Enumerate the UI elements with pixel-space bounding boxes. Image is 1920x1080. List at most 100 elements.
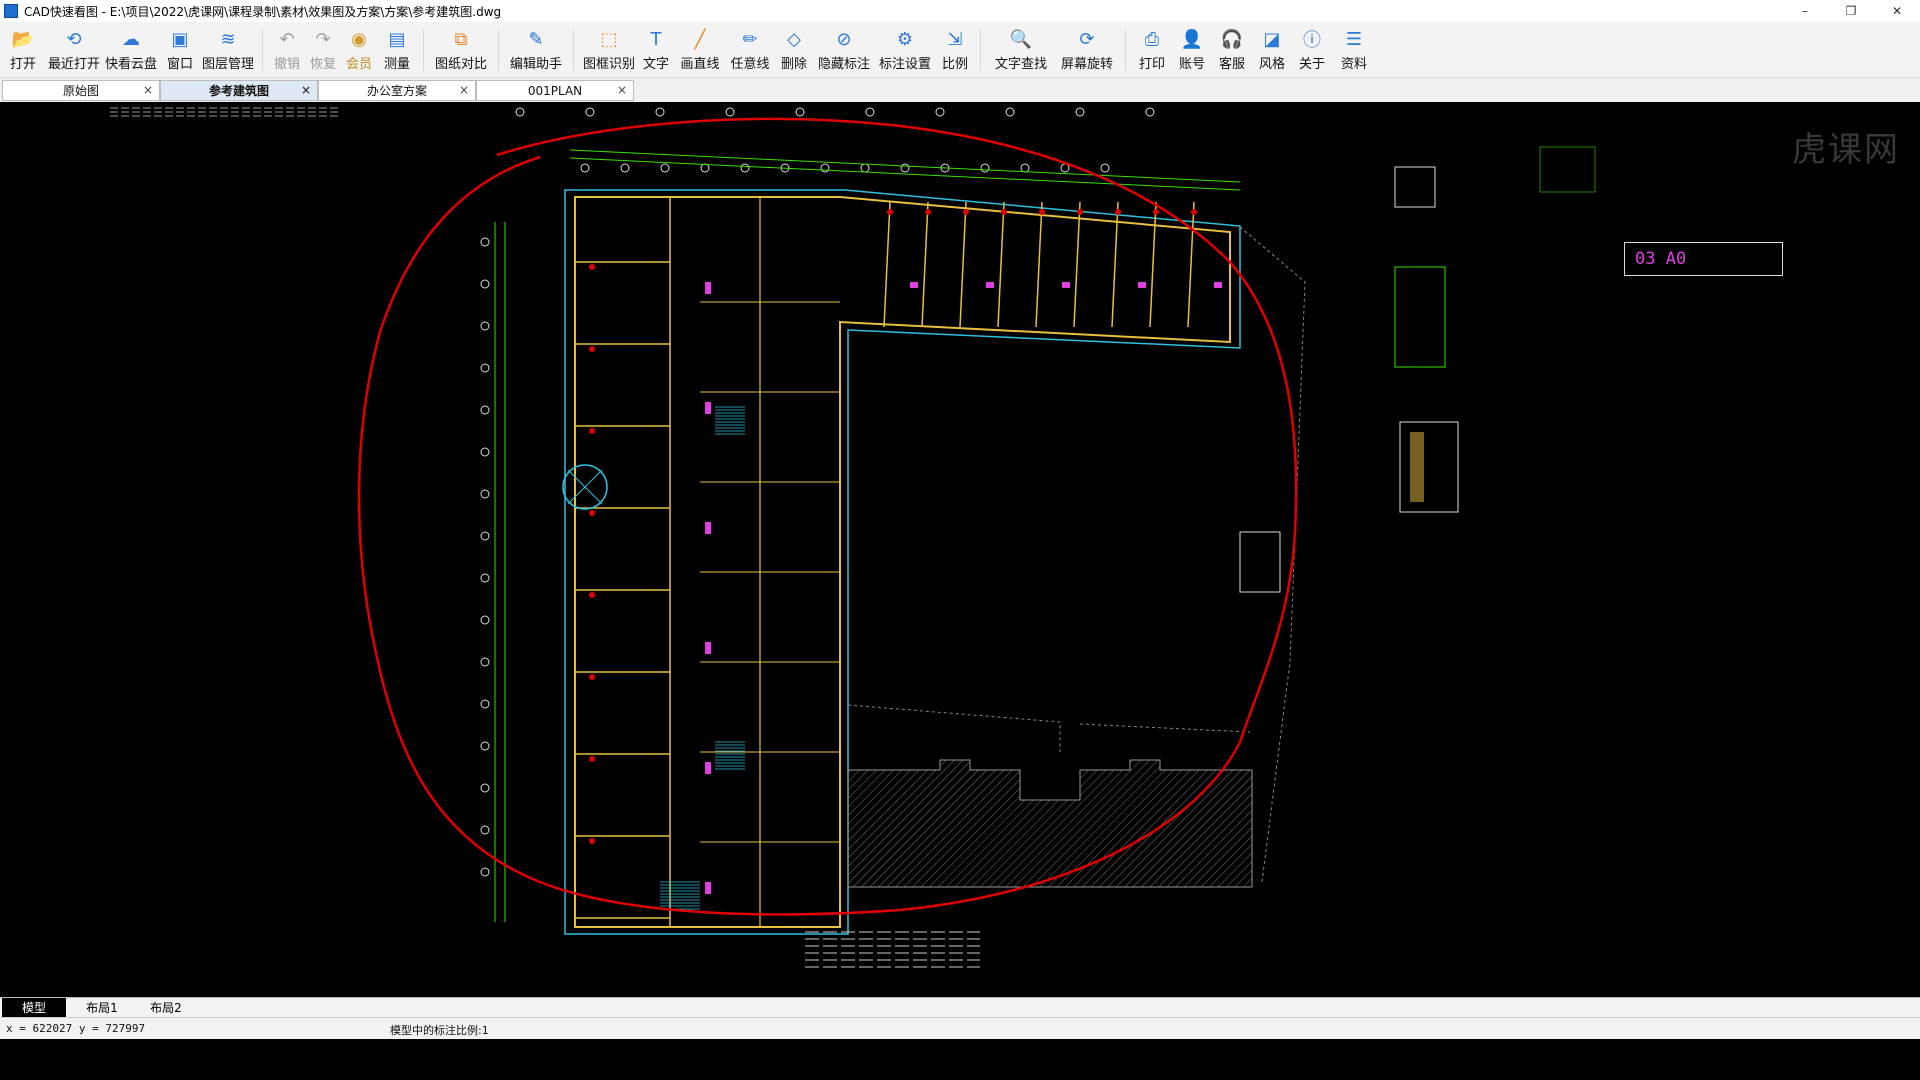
layout-tab-2[interactable]: 布局2 — [134, 998, 198, 1017]
annotation-scale-text: 模型中的标注比例:1 — [390, 1024, 489, 1037]
close-window-button[interactable]: ✕ — [1874, 0, 1920, 22]
undo-icon: ↶ — [279, 28, 295, 50]
close-tab-icon[interactable]: × — [301, 83, 311, 97]
toolbar-label: 撤销 — [273, 57, 300, 72]
toolbar-label: 恢复 — [309, 57, 336, 72]
toolbar-label: 删除 — [780, 57, 807, 72]
toolbar-label: 账号 — [1178, 57, 1205, 72]
toolbar-headset-button[interactable]: 🎧 客服 — [1212, 22, 1252, 77]
eraser-icon: ◇ — [787, 28, 801, 50]
taskbar-area — [0, 1039, 1920, 1080]
minimize-button[interactable]: – — [1782, 0, 1828, 22]
toolbar-label: 隐藏标注 — [817, 57, 870, 72]
tab-2[interactable]: 办公室方案 × — [318, 80, 476, 101]
drawing-canvas[interactable]: 虎课网 03 A0 — [0, 102, 1920, 997]
tab-0[interactable]: 原始图 × — [2, 80, 160, 101]
compare-icon: ⧉ — [454, 28, 468, 50]
close-tab-icon[interactable]: × — [617, 83, 627, 97]
toolbar-layers-button[interactable]: ≋ 图层管理 — [200, 22, 256, 77]
toolbar-separator — [980, 29, 981, 71]
toolbar-annotation-settings-button[interactable]: ⚙ 标注设置 — [874, 22, 936, 77]
toolbar-separator — [498, 29, 499, 71]
tab-1[interactable]: 参考建筑图 × — [160, 80, 318, 101]
toolbar-history-button[interactable]: ⟲ 最近打开 — [46, 22, 102, 77]
close-tab-icon[interactable]: × — [459, 83, 469, 97]
toolbar-line-button[interactable]: ╱ 画直线 — [674, 22, 726, 77]
toolbar-label: 比例 — [941, 57, 968, 72]
toolbar-label: 打开 — [9, 57, 36, 72]
folder-open-icon: 📂 — [11, 28, 35, 50]
toolbar-cloud-button[interactable]: ☁ 快看云盘 — [102, 22, 160, 77]
edit-assistant-icon: ✎ — [528, 28, 544, 50]
rotate-screen-icon: ⟳ — [1079, 28, 1095, 50]
toolbar-document-button[interactable]: ☰ 资料 — [1332, 22, 1376, 77]
text-icon: T — [650, 28, 662, 50]
toolbar-text-button[interactable]: T 文字 — [638, 22, 674, 77]
measure-icon: ▤ — [388, 28, 406, 50]
toolbar-label: 图纸对比 — [434, 57, 487, 72]
toolbar-user-button[interactable]: 👤 账号 — [1172, 22, 1212, 77]
layout-tab-0[interactable]: 模型 — [2, 998, 66, 1017]
toolbar-label: 打印 — [1138, 57, 1165, 72]
tab-label: 参考建筑图 — [208, 84, 269, 98]
toolbar-edit-assistant-button[interactable]: ✎ 编辑助手 — [505, 22, 567, 77]
toolbar-text-search-button[interactable]: 🔍 文字查找 — [987, 22, 1055, 77]
toolbar-style-button[interactable]: ◪ 风格 — [1252, 22, 1292, 77]
toolbar-hide-annotation-button[interactable]: ⊘ 隐藏标注 — [814, 22, 874, 77]
toolbar-folder-open-button[interactable]: 📂 打开 — [0, 22, 46, 77]
document-tabs: 原始图 × 参考建筑图 × 办公室方案 × 001PLAN × — [0, 78, 1920, 102]
window-title: CAD快速看图 - E:\项目\2022\虎课网\课程录制\素材\效果图及方案\… — [24, 4, 502, 19]
toolbar-scale-button[interactable]: ⇲ 比例 — [936, 22, 974, 77]
toolbar-label: 编辑助手 — [509, 57, 562, 72]
toolbar-window-button[interactable]: ▣ 窗口 — [160, 22, 200, 77]
tab-3[interactable]: 001PLAN × — [476, 80, 634, 101]
cursor-coordinates: x = 622027 y = 727997 — [6, 1022, 146, 1035]
toolbar-printer-button[interactable]: ⎙ 打印 — [1132, 22, 1172, 77]
layers-icon: ≋ — [220, 28, 236, 50]
tab-label: 001PLAN — [527, 83, 583, 98]
toolbar-label: 文字 — [642, 57, 669, 72]
redo-icon: ↷ — [315, 28, 331, 50]
status-bar: x = 622027 y = 727997 模型中的标注比例:1 — [0, 1017, 1920, 1040]
cloud-icon: ☁ — [122, 28, 140, 50]
toolbar-pencil-button[interactable]: ✏ 任意线 — [726, 22, 774, 77]
toolbar-vip-button[interactable]: ◉ 会员 — [341, 22, 377, 77]
toolbar-label: 客服 — [1218, 57, 1245, 72]
toolbar-label: 标注设置 — [878, 57, 931, 72]
close-tab-icon[interactable]: × — [143, 83, 153, 97]
toolbar-label: 会员 — [345, 57, 372, 72]
toolbar-eraser-button[interactable]: ◇ 删除 — [774, 22, 814, 77]
pencil-icon: ✏ — [742, 28, 758, 50]
text-search-icon: 🔍 — [1009, 28, 1033, 50]
cad-drawing[interactable] — [0, 102, 1920, 997]
toolbar-compare-button[interactable]: ⧉ 图纸对比 — [430, 22, 492, 77]
line-icon: ╱ — [694, 28, 706, 50]
layout-tab-1[interactable]: 布局1 — [70, 998, 134, 1017]
title-bar: CAD快速看图 - E:\项目\2022\虎课网\课程录制\素材\效果图及方案\… — [0, 0, 1920, 22]
toolbar-label: 快看云盘 — [104, 57, 157, 72]
toolbar-label: 测量 — [383, 57, 410, 72]
restore-button[interactable]: ❐ — [1828, 0, 1874, 22]
toolbar-label: 资料 — [1340, 57, 1367, 72]
vip-icon: ◉ — [351, 28, 367, 50]
main-toolbar: 📂 打开 ⟲ 最近打开 ☁ 快看云盘 ▣ 窗口 ≋ 图层管理 ↶ 撤销 ↷ 恢复 ◉ 会员 ▤ 测量 ⧉ 图纸对比 ✎ 编… — [0, 22, 1920, 78]
toolbar-label: 画直线 — [680, 57, 720, 72]
toolbar-measure-button[interactable]: ▤ 测量 — [377, 22, 417, 77]
info-icon: ⓘ — [1303, 30, 1321, 51]
toolbar-frame-detect-button[interactable]: ⬚ 图框识别 — [580, 22, 638, 77]
toolbar-separator — [262, 29, 263, 71]
toolbar-separator — [423, 29, 424, 71]
toolbar-info-button[interactable]: ⓘ 关于 — [1292, 22, 1332, 77]
toolbar-separator — [1125, 29, 1126, 71]
toolbar-label: 文字查找 — [994, 57, 1047, 72]
printer-icon: ⎙ — [1144, 28, 1160, 50]
toolbar-rotate-screen-button[interactable]: ⟳ 屏幕旋转 — [1055, 22, 1119, 77]
toolbar-label: 图层管理 — [201, 57, 254, 72]
app-icon — [4, 4, 18, 18]
frame-detect-icon: ⬚ — [600, 28, 618, 50]
toolbar-separator — [573, 29, 574, 71]
toolbar-label: 最近打开 — [47, 57, 100, 72]
toolbar-undo-button[interactable]: ↶ 撤销 — [269, 22, 305, 77]
scale-icon: ⇲ — [947, 28, 963, 50]
toolbar-redo-button[interactable]: ↷ 恢复 — [305, 22, 341, 77]
